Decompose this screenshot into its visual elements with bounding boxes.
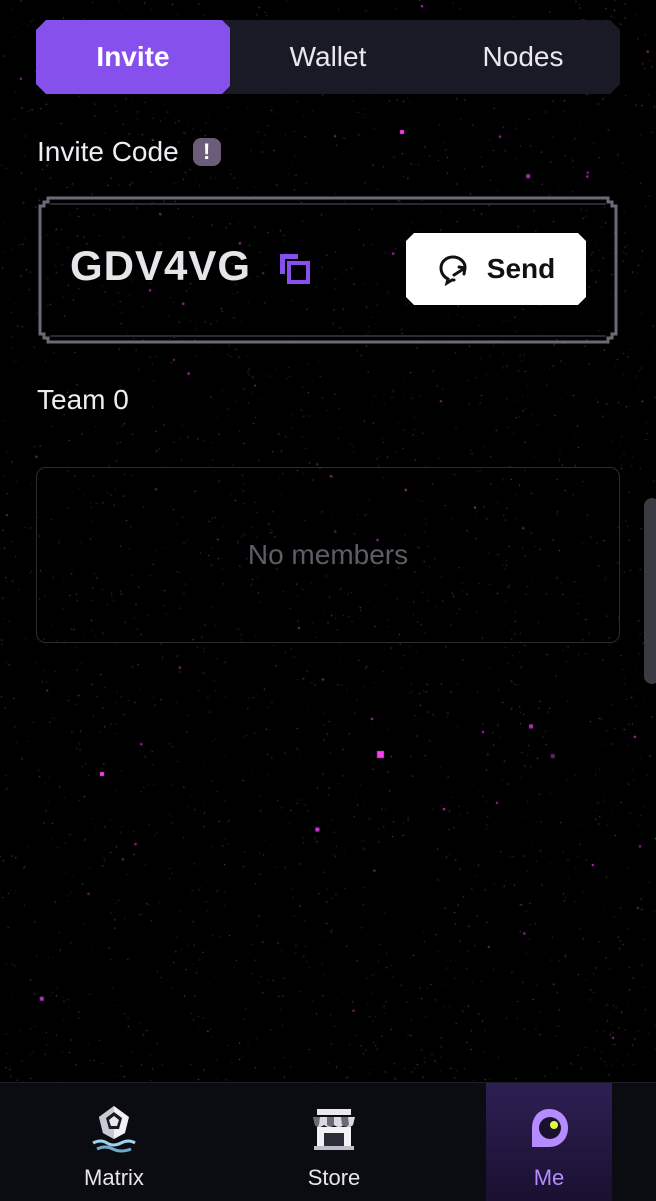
send-button[interactable]: Send: [406, 233, 586, 305]
no-members-text: No members: [247, 539, 409, 570]
send-share-icon: [439, 255, 467, 286]
nav-item-store[interactable]: Store: [274, 1083, 394, 1201]
tab-bar: Invite Wallet Nodes: [36, 20, 620, 94]
send-button-label: Send: [486, 253, 556, 284]
invite-code-label: Invite Code: [37, 136, 179, 167]
invite-code-heading: Invite Code !: [37, 134, 221, 170]
nav-label-matrix: Matrix: [84, 1165, 144, 1190]
copy-icon[interactable]: [276, 250, 312, 286]
avatar-icon: [532, 1109, 568, 1147]
nav-label-me: Me: [533, 1165, 565, 1190]
members-list: No members: [36, 467, 620, 643]
invite-screen: Invite Wallet Nodes Invite Code ! GDV4VG…: [0, 0, 656, 1201]
invite-code-card: GDV4VG Send: [36, 196, 620, 344]
nav-label-store: Store: [307, 1165, 361, 1190]
info-icon[interactable]: !: [192, 138, 221, 166]
team-count-label: Team 0: [37, 384, 129, 415]
side-scroll-handle[interactable]: [644, 498, 656, 684]
store-icon: [313, 1109, 355, 1150]
bottom-navigation: Matrix Store Me: [0, 1082, 656, 1201]
tab-invite[interactable]: Invite: [36, 20, 230, 94]
tab-wallet[interactable]: Wallet: [230, 20, 426, 94]
nav-item-matrix[interactable]: Matrix: [54, 1083, 174, 1201]
nav-item-me[interactable]: Me: [486, 1083, 612, 1201]
invite-code-value: GDV4VG: [70, 242, 252, 289]
matrix-crystal-icon: [92, 1106, 136, 1153]
tab-nodes[interactable]: Nodes: [426, 20, 620, 94]
